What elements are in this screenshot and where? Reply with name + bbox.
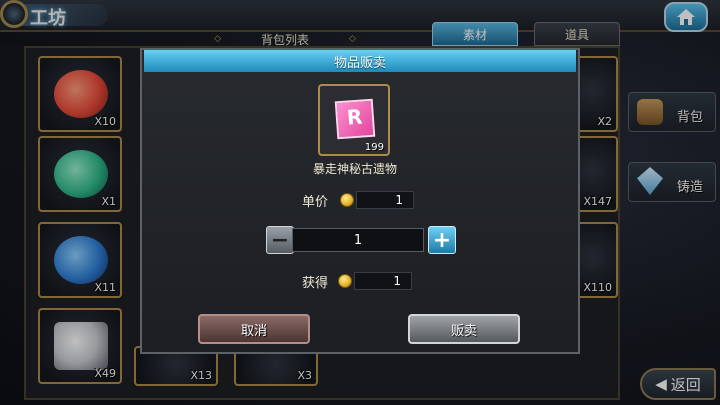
quantity-field[interactable]: 1 — [292, 228, 424, 252]
minus-icon: − — [270, 227, 290, 253]
coin-icon — [340, 193, 354, 207]
item-owned-count: 199 — [364, 142, 384, 153]
decrease-button[interactable]: − — [266, 226, 294, 254]
sell-button[interactable]: 贩卖 — [408, 314, 520, 344]
item-name: 暴走神秘古遗物 — [312, 162, 397, 176]
plus-icon: + — [432, 227, 452, 253]
item-letter: R — [346, 104, 364, 130]
coin-icon — [338, 274, 352, 288]
gain-value: 1 — [354, 272, 412, 290]
dialog-title: 物品贩卖 — [144, 50, 576, 72]
increase-button[interactable]: + — [428, 226, 456, 254]
unit-price-value: 1 — [356, 191, 414, 209]
cancel-button[interactable]: 取消 — [198, 314, 310, 344]
gain-label: 获得 — [302, 276, 329, 291]
unit-price-label: 单价 — [302, 195, 329, 210]
item-preview: R 199 — [318, 84, 390, 156]
mystery-box-icon: R — [334, 98, 376, 140]
